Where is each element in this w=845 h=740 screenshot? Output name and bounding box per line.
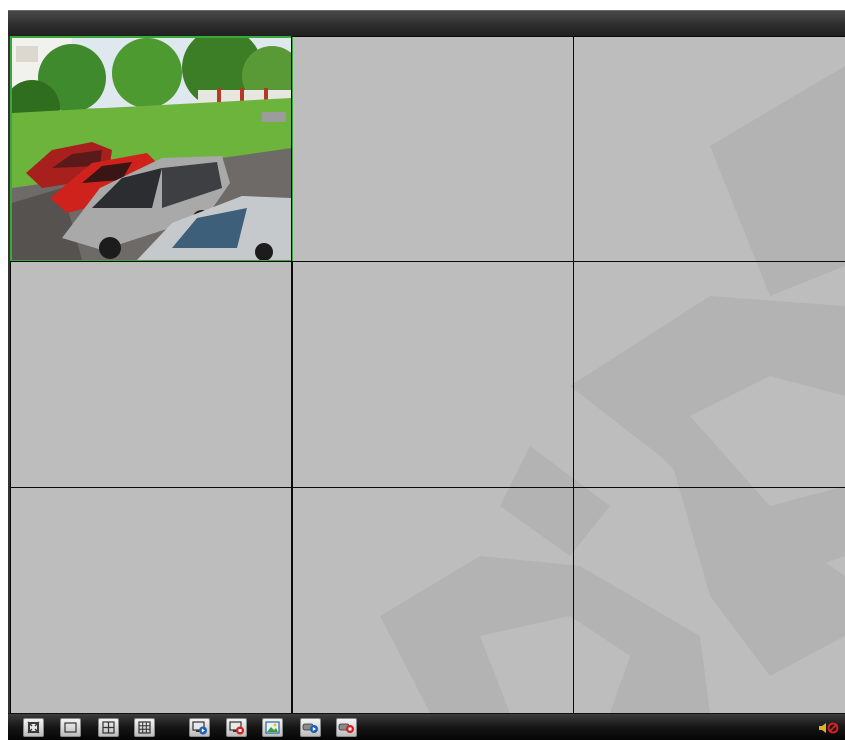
monitor-stop-icon [229,721,244,735]
bottom-toolbar [8,713,845,740]
camera-cell-3[interactable] [573,36,845,262]
camera-cell-2[interactable] [291,36,574,262]
camera-cell-7[interactable] [10,487,293,713]
layout-1-button[interactable] [60,718,81,737]
nine-grid-icon [138,721,151,734]
speaker-muted-icon[interactable] [818,721,840,735]
camera-play-icon [302,723,318,733]
stop-all-preview-button[interactable] [226,718,247,737]
layout-9-button[interactable] [134,718,155,737]
single-screen-icon [64,722,77,733]
camera-stop-icon [338,723,354,733]
camera-cell-4[interactable] [10,261,293,488]
fullscreen-button[interactable] [23,718,44,737]
camera-cell-6[interactable] [573,261,845,488]
snapshot-button[interactable] [262,718,283,737]
camera-cell-5[interactable] [291,261,574,488]
layout-4-button[interactable] [98,718,119,737]
camera-feed-1 [12,38,291,260]
video-surveillance-client [0,0,845,740]
monitor-play-icon [192,721,207,735]
camera-cell-9[interactable] [573,487,845,713]
parking-lot-scene [12,38,291,260]
fullscreen-icon [27,721,40,734]
stop-record-button[interactable] [336,718,357,737]
title-bar [8,10,845,36]
camera-grid [10,36,845,713]
camera-cell-8[interactable] [291,487,574,713]
quad-grid-icon [102,721,115,734]
camera-cell-1[interactable] [10,36,293,262]
picture-icon [265,721,280,734]
start-all-preview-button[interactable] [189,718,210,737]
start-record-button[interactable] [300,718,321,737]
